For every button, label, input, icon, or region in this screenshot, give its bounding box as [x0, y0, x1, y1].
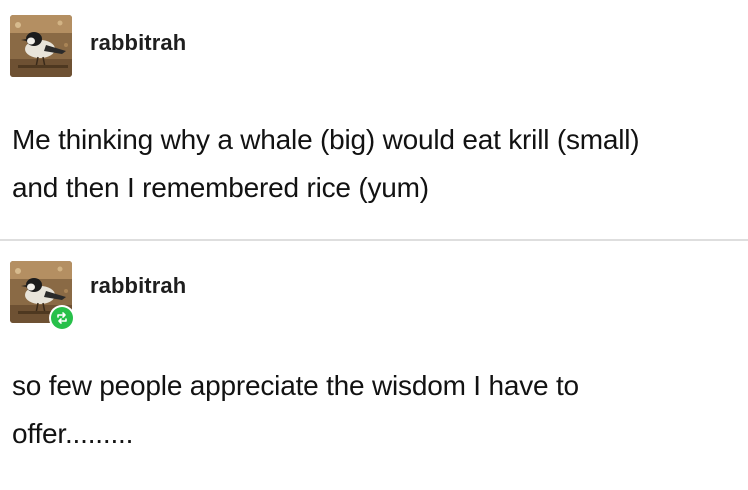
username[interactable]: rabbitrah [90, 30, 186, 56]
reblog-icon [51, 307, 73, 329]
post-divider [0, 239, 748, 241]
user-avatar[interactable] [10, 261, 75, 331]
post-text: so few people appreciate the wisdom I ha… [12, 370, 579, 449]
username[interactable]: rabbitrah [90, 273, 186, 299]
post-header: rabbitrah [10, 261, 186, 331]
bird-avatar-icon [10, 15, 72, 77]
post-header: rabbitrah [10, 15, 186, 77]
post-original: rabbitrah Me thinking why a whale (big) … [0, 0, 748, 240]
post-text: Me thinking why a whale (big) would eat … [12, 124, 640, 203]
reblog-badge [49, 305, 75, 331]
post-reblog: rabbitrah so few people appreciate the w… [0, 242, 748, 490]
user-avatar[interactable] [10, 15, 72, 77]
